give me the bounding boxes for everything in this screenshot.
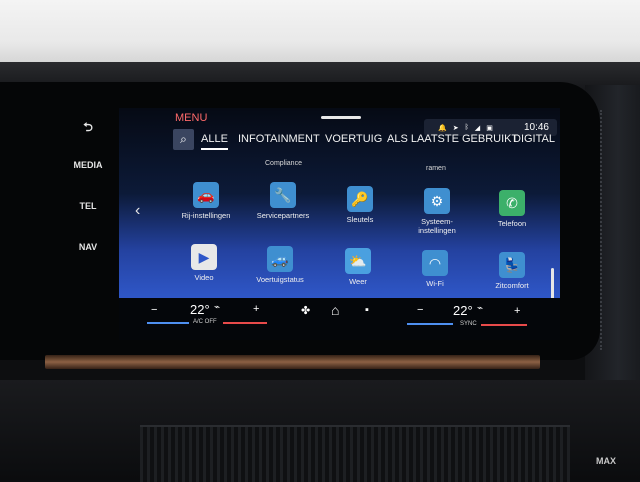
- gear-icon: ⚙: [424, 188, 450, 214]
- video-icon: ▶: [191, 244, 217, 270]
- app-sleutels[interactable]: 🔑 Sleutels: [325, 186, 395, 224]
- app-wi-fi[interactable]: ◠ Wi-Fi: [400, 250, 470, 288]
- app-telefoon[interactable]: ✆ Telefoon: [477, 190, 547, 228]
- vehicle-status-icon: 🚙: [267, 246, 293, 272]
- infotainment-screen: MENU 🔔 ➤ ᛒ ◢ ▣ 10:46 ⌕ ALLE INFOTAINMENT…: [119, 108, 560, 340]
- home-icon[interactable]: ⌂: [331, 302, 339, 318]
- bluetooth-icon: ᛒ: [464, 124, 469, 131]
- app-voertuigstatus[interactable]: 🚙 Voertuigstatus: [245, 246, 315, 284]
- tab-alle[interactable]: ALLE: [201, 133, 228, 150]
- sync-status: SYNC: [460, 321, 477, 327]
- right-heat-indicator: [481, 324, 527, 326]
- left-cool-indicator: [147, 322, 189, 324]
- search-button[interactable]: ⌕: [173, 129, 194, 150]
- back-button[interactable]: ⮌: [60, 118, 116, 139]
- app-label: Servicepartners: [256, 211, 310, 220]
- left-heat-indicator: [223, 322, 267, 324]
- right-temperature[interactable]: 22°: [453, 303, 473, 318]
- location-icon: ➤: [452, 124, 459, 132]
- app-weer[interactable]: ⛅ Weer: [323, 248, 393, 286]
- app-label: Weer: [349, 277, 367, 286]
- tab-als-laatste-gebruikt[interactable]: ALS LAATSTE GEBRUIKT: [387, 133, 518, 145]
- weather-icon: ⛅: [345, 248, 371, 274]
- left-temp-plus-button[interactable]: +: [253, 303, 259, 315]
- tab-digital[interactable]: DIGITAL: [513, 133, 555, 145]
- max-badge: MAX: [596, 456, 616, 466]
- app-servicepartners[interactable]: 🔧 Servicepartners: [248, 182, 318, 220]
- right-temp-minus-button[interactable]: −: [417, 304, 423, 316]
- app-label: Video: [194, 273, 214, 282]
- fan-icon[interactable]: ✤: [301, 304, 310, 317]
- phone-icon: ✆: [499, 190, 525, 216]
- right-cool-indicator: [407, 323, 453, 325]
- ambient-light-strip: [45, 355, 540, 369]
- apps-grid-icon[interactable]: ▪: [365, 304, 369, 316]
- app-label: Telefoon: [497, 219, 527, 228]
- key-icon: 🔑: [347, 186, 373, 212]
- previous-page-arrow[interactable]: ‹: [135, 202, 140, 220]
- menu-title: MENU: [175, 112, 208, 124]
- door-stitching: [600, 110, 624, 350]
- tab-voertuig[interactable]: VOERTUIG: [325, 133, 382, 145]
- left-ac-status: A/C OFF: [193, 319, 217, 325]
- app-rij-instellingen[interactable]: 🚗 Rij-instellingen: [171, 182, 241, 220]
- screen-icon: ▣: [486, 124, 493, 132]
- pull-down-handle[interactable]: [321, 116, 361, 119]
- app-video[interactable]: ▶ Video: [169, 244, 239, 282]
- partial-label-compliance: Compliance: [265, 160, 302, 167]
- left-temperature[interactable]: 22°: [190, 302, 210, 317]
- tel-button[interactable]: TEL: [60, 201, 116, 211]
- headliner: [0, 0, 640, 70]
- app-label: Systeem-instellingen: [418, 217, 456, 235]
- right-temp-plus-button[interactable]: +: [514, 305, 520, 317]
- search-icon: ⌕: [180, 132, 187, 146]
- tab-infotainment[interactable]: INFOTAINMENT: [238, 133, 320, 145]
- media-button[interactable]: MEDIA: [60, 160, 116, 170]
- app-zitcomfort[interactable]: 💺 Zitcomfort: [477, 252, 547, 290]
- notification-icon: 🔔: [438, 124, 447, 132]
- wifi-icon: ◠: [422, 250, 448, 276]
- app-systeem-instellingen[interactable]: ⚙ Systeem-instellingen: [402, 188, 472, 235]
- partial-label-ramen: ramen: [426, 165, 446, 172]
- app-label: Voertuigstatus: [256, 275, 304, 284]
- clock: 10:46: [523, 122, 549, 133]
- left-temp-minus-button[interactable]: −: [151, 304, 157, 316]
- nav-button[interactable]: NAV: [60, 242, 116, 252]
- wrench-icon: 🔧: [270, 182, 296, 208]
- car-icon: 🚗: [193, 182, 219, 208]
- seat-heat-left-icon[interactable]: ⌁: [214, 302, 220, 313]
- seat-heat-right-icon[interactable]: ⌁: [477, 303, 483, 314]
- app-label: Rij-instellingen: [181, 211, 231, 220]
- seat-icon: 💺: [499, 252, 525, 278]
- signal-icon: ◢: [474, 124, 481, 132]
- app-label: Sleutels: [346, 215, 374, 224]
- app-label: Zitcomfort: [495, 281, 529, 290]
- app-label: Wi-Fi: [426, 279, 444, 288]
- climate-bar: − 22° ⌁ A/C OFF + ✤ ⌂ ▪ − 22° ⌁ SYNC +: [119, 298, 560, 340]
- air-vent: [140, 425, 570, 482]
